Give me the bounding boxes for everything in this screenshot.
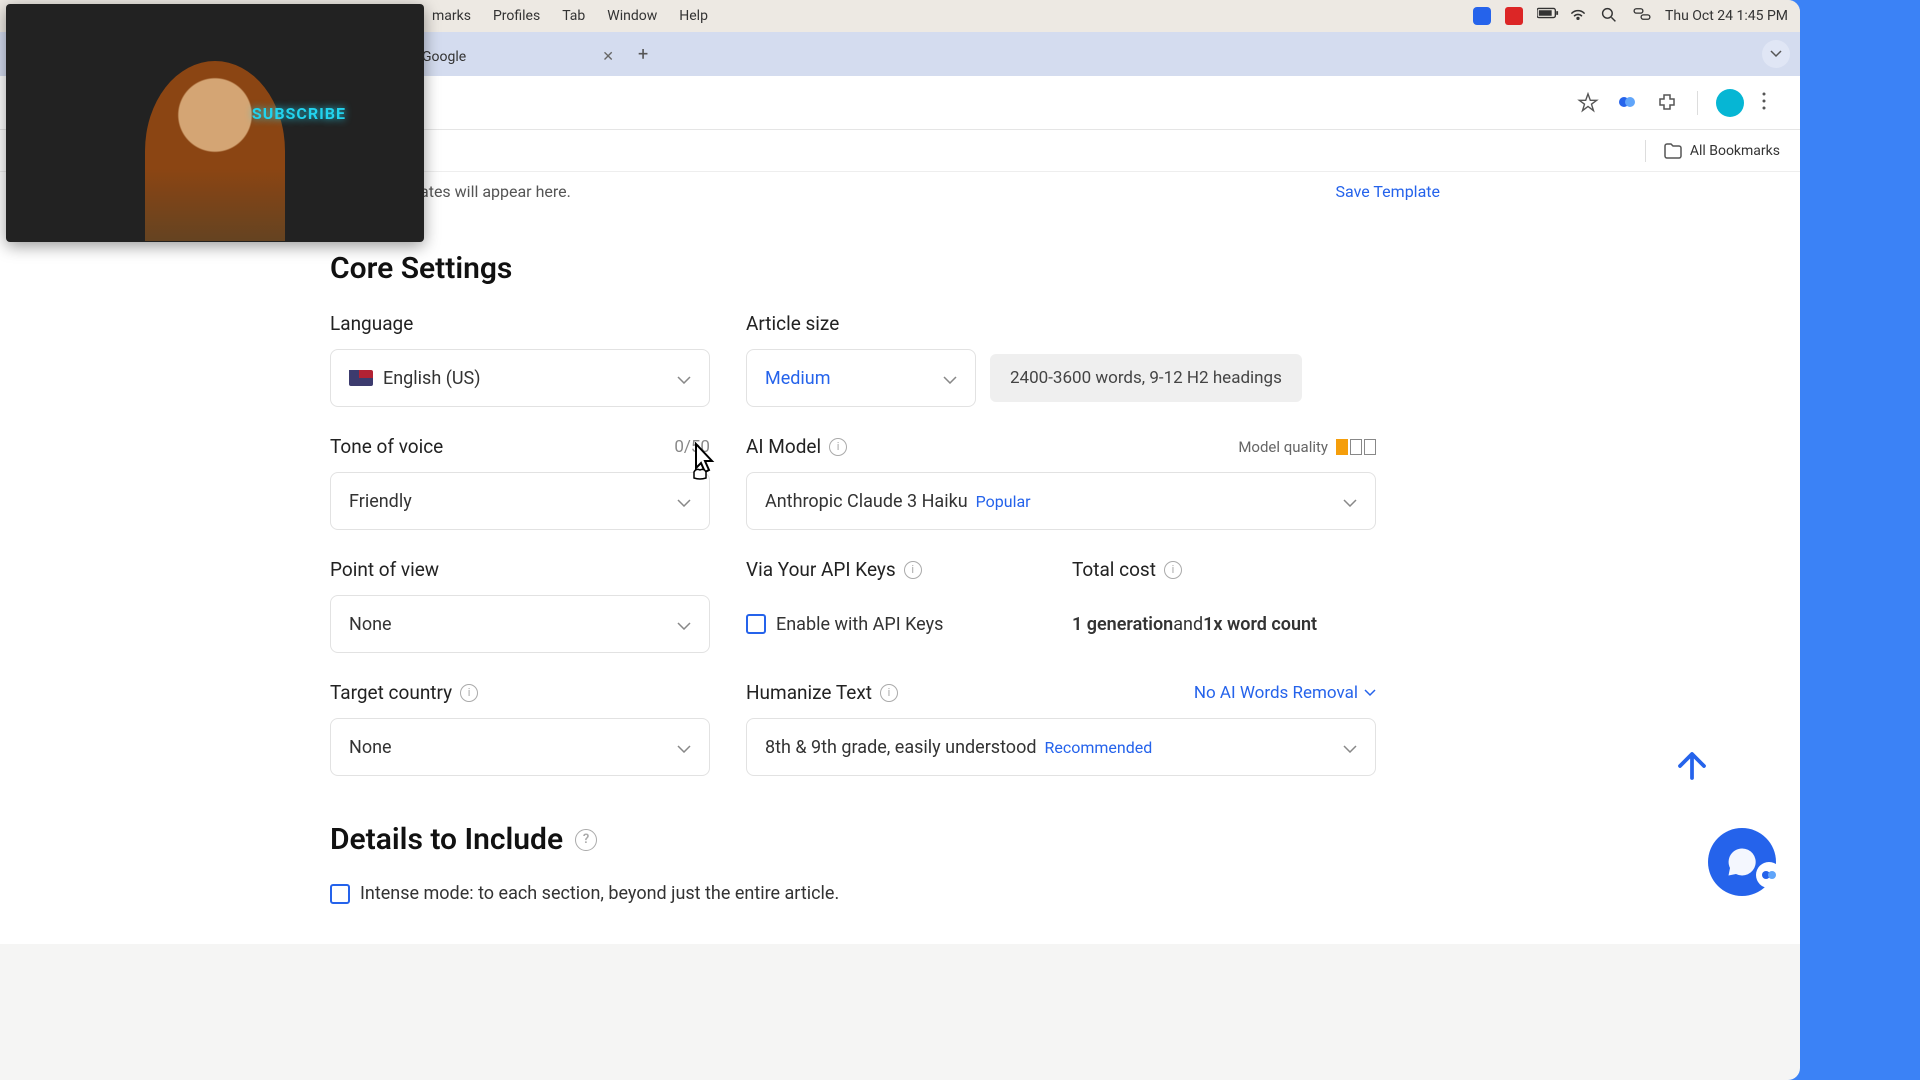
menu-tab[interactable]: Tab bbox=[562, 8, 585, 24]
folder-icon bbox=[1664, 143, 1682, 159]
star-icon[interactable] bbox=[1577, 92, 1599, 114]
tone-label: Tone of voice0/50 bbox=[330, 435, 710, 458]
kebab-menu-icon[interactable] bbox=[1762, 92, 1784, 114]
info-icon[interactable]: i bbox=[1164, 561, 1182, 579]
core-settings-heading: Core Settings bbox=[330, 251, 1540, 286]
humanize-select[interactable]: 8th & 9th grade, easily understood Recom… bbox=[746, 718, 1376, 776]
screenrec-icon[interactable] bbox=[1473, 7, 1491, 25]
flag-us-icon bbox=[349, 370, 373, 386]
extension-icon-1[interactable] bbox=[1617, 92, 1639, 114]
chevron-down-icon bbox=[1343, 491, 1357, 512]
popular-badge: Popular bbox=[976, 492, 1031, 511]
chevron-down-icon bbox=[677, 614, 691, 635]
chevron-down-icon bbox=[1364, 689, 1376, 697]
target-country-select[interactable]: None bbox=[330, 718, 710, 776]
tone-select[interactable]: Friendly bbox=[330, 472, 710, 530]
target-country-value: None bbox=[349, 737, 392, 758]
new-tab-button[interactable]: + bbox=[638, 44, 648, 65]
menu-profiles[interactable]: Profiles bbox=[493, 8, 540, 24]
chevron-down-icon bbox=[677, 737, 691, 758]
control-center-icon[interactable] bbox=[1633, 7, 1651, 25]
templates-hint: ates will appear here. bbox=[420, 182, 571, 201]
ai-model-value: Anthropic Claude 3 Haiku bbox=[765, 491, 968, 512]
pov-select[interactable]: None bbox=[330, 595, 710, 653]
save-template-link[interactable]: Save Template bbox=[1336, 182, 1440, 201]
battery-icon[interactable] bbox=[1537, 7, 1555, 25]
article-size-label: Article size bbox=[746, 312, 839, 335]
mouse-cursor bbox=[686, 442, 718, 484]
language-value: English (US) bbox=[383, 368, 481, 389]
search-icon[interactable] bbox=[1601, 7, 1619, 25]
profile-avatar[interactable] bbox=[1716, 89, 1744, 117]
tab-overflow-button[interactable] bbox=[1762, 40, 1790, 68]
humanize-value: 8th & 9th grade, easily understood bbox=[765, 737, 1037, 758]
chevron-down-icon bbox=[1343, 737, 1357, 758]
info-icon[interactable]: i bbox=[829, 438, 847, 456]
article-size-value: Medium bbox=[765, 368, 831, 389]
article-size-select[interactable]: Medium bbox=[746, 349, 976, 407]
language-select[interactable]: English (US) bbox=[330, 349, 710, 407]
language-label: Language bbox=[330, 312, 710, 335]
info-icon[interactable]: ? bbox=[575, 829, 597, 851]
all-bookmarks-label: All Bookmarks bbox=[1690, 143, 1780, 159]
api-keys-checkbox[interactable] bbox=[746, 614, 766, 634]
chat-icon bbox=[1724, 844, 1760, 880]
extensions-icon[interactable] bbox=[1657, 92, 1679, 114]
model-quality-bars bbox=[1336, 439, 1376, 455]
ai-words-removal-select[interactable]: No AI Words Removal bbox=[1194, 683, 1376, 703]
subscribe-sign: SUBSCRIBE bbox=[252, 104, 346, 123]
chevron-down-icon bbox=[677, 368, 691, 389]
menu-help[interactable]: Help bbox=[679, 8, 708, 24]
details-heading: Details to Include bbox=[330, 822, 563, 857]
menu-bookmarks[interactable]: marks bbox=[432, 8, 471, 24]
webcam-overlay: SUBSCRIBE bbox=[6, 4, 424, 242]
chevron-down-icon bbox=[677, 491, 691, 512]
info-icon[interactable]: i bbox=[904, 561, 922, 579]
total-cost-label: Total costi bbox=[1072, 558, 1372, 581]
close-tab-icon[interactable]: ✕ bbox=[602, 49, 614, 65]
wifi-icon[interactable] bbox=[1569, 7, 1587, 25]
pov-label: Point of view bbox=[330, 558, 710, 581]
scroll-to-top-button[interactable] bbox=[1664, 738, 1720, 794]
recommended-badge: Recommended bbox=[1045, 738, 1153, 757]
tab-title: Google bbox=[422, 49, 466, 65]
chevron-down-icon bbox=[943, 368, 957, 389]
tone-value: Friendly bbox=[349, 491, 412, 512]
menu-window[interactable]: Window bbox=[607, 8, 657, 24]
intense-mode-label: Intense mode: to each section, beyond ju… bbox=[360, 883, 839, 904]
model-quality-label: Model quality bbox=[1238, 438, 1328, 456]
chat-badge-icon bbox=[1756, 862, 1782, 888]
total-cost-value: 1 generation and 1x word count bbox=[1072, 595, 1372, 653]
humanize-label: Humanize Text i No AI Words Removal bbox=[746, 681, 1376, 704]
ai-model-select[interactable]: Anthropic Claude 3 Haiku Popular bbox=[746, 472, 1376, 530]
all-bookmarks-button[interactable]: All Bookmarks bbox=[1664, 143, 1780, 159]
browser-tab[interactable]: Google ✕ bbox=[410, 43, 626, 71]
pov-value: None bbox=[349, 614, 392, 635]
api-keys-label: Via Your API Keysi bbox=[746, 558, 1036, 581]
clock[interactable]: Thu Oct 24 1:45 PM bbox=[1665, 8, 1788, 24]
app-icon[interactable] bbox=[1505, 7, 1523, 25]
chat-widget-button[interactable] bbox=[1708, 828, 1776, 896]
info-icon[interactable]: i bbox=[880, 684, 898, 702]
intense-mode-checkbox[interactable] bbox=[330, 884, 350, 904]
info-icon[interactable]: i bbox=[460, 684, 478, 702]
target-country-label: Target countryi bbox=[330, 681, 710, 704]
article-size-hint: 2400-3600 words, 9-12 H2 headings bbox=[990, 354, 1302, 402]
ai-model-label: AI Model i Model quality bbox=[746, 435, 1376, 458]
api-keys-checkbox-label: Enable with API Keys bbox=[776, 614, 943, 635]
